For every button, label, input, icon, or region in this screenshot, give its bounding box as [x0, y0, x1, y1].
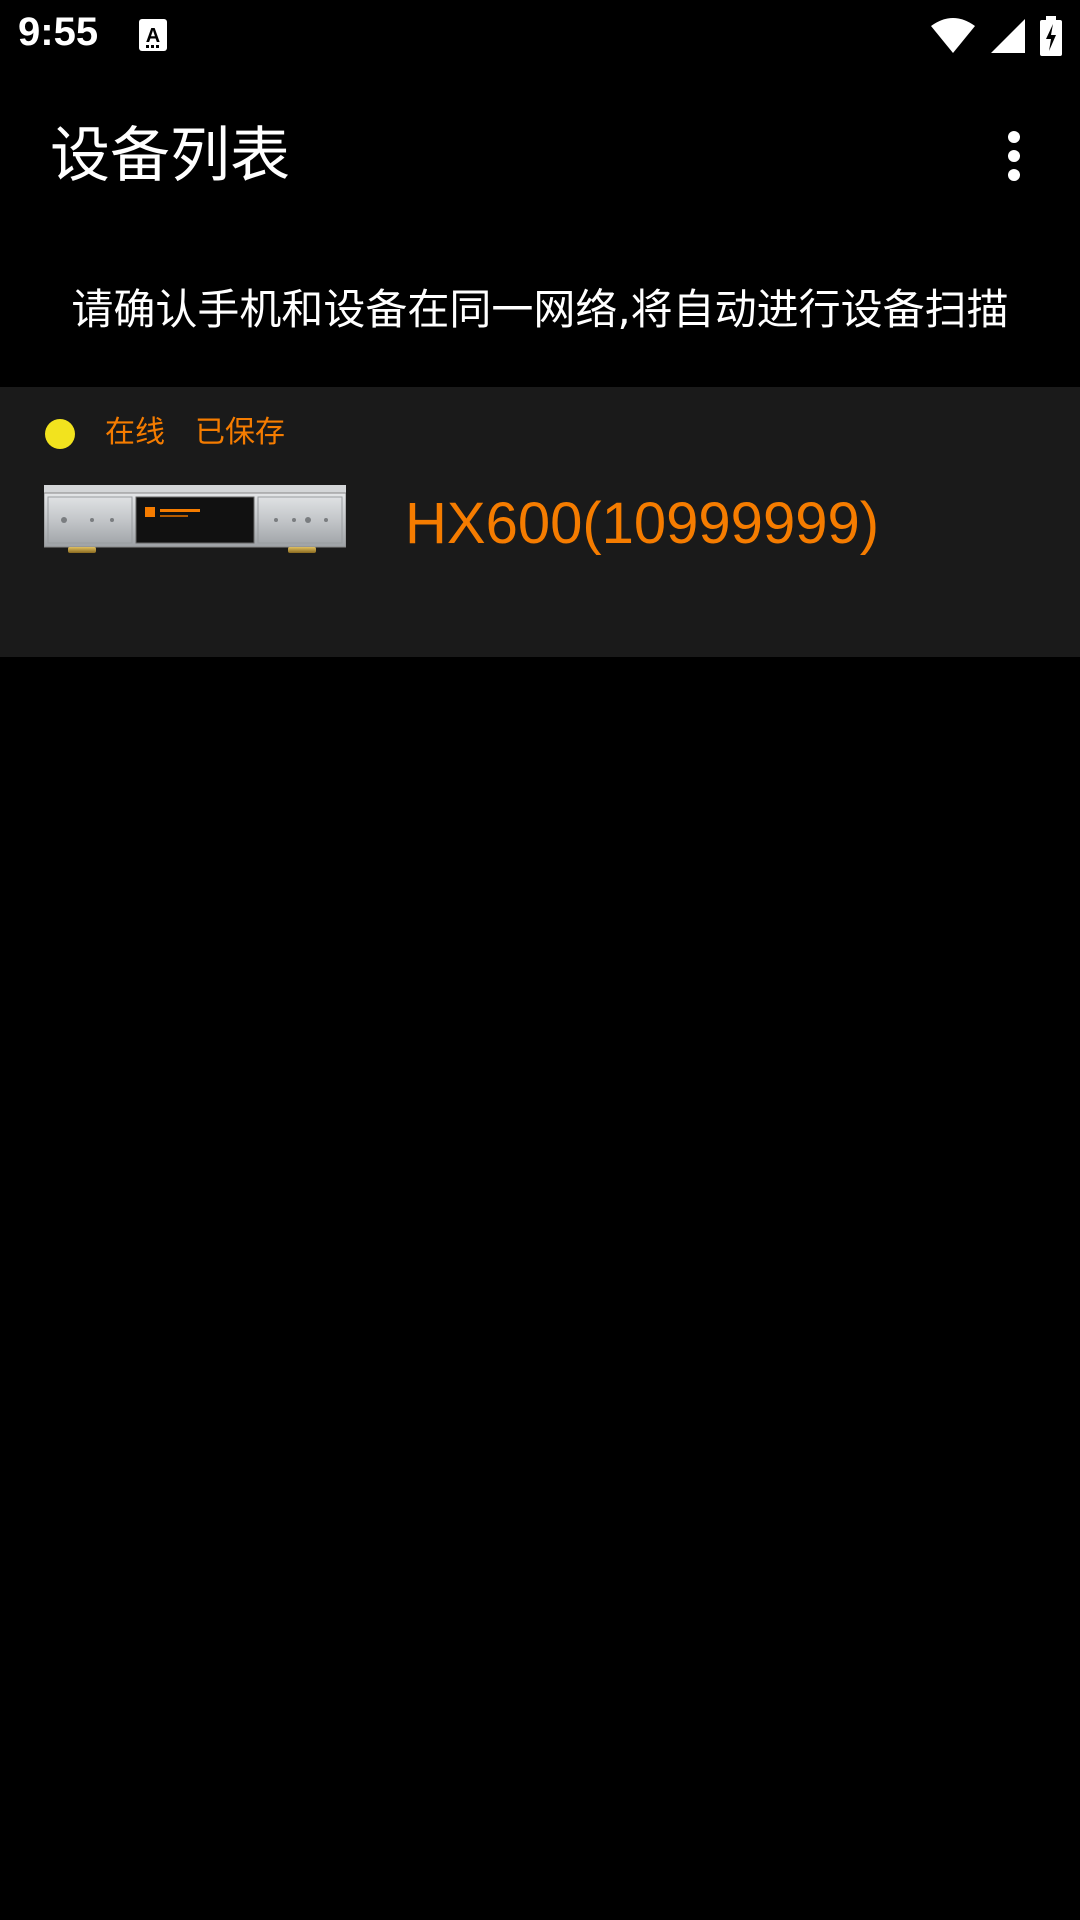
- a-letter-icon: A: [139, 19, 167, 51]
- network-hint-text: 请确认手机和设备在同一网络,将自动进行设备扫描: [71, 285, 1009, 334]
- device-online-label: 在线: [105, 415, 165, 450]
- more-vert-icon: [1008, 131, 1020, 181]
- cell-signal-icon: [991, 19, 1025, 53]
- device-saved-label: 已保存: [195, 415, 285, 450]
- svg-text:A: A: [146, 25, 160, 47]
- hx600-player-image: [44, 485, 346, 553]
- app-bar: 设备列表: [0, 72, 1080, 240]
- status-icons: [930, 14, 1062, 58]
- device-list-item[interactable]: 在线 已保存 HX600(10999999): [0, 387, 1080, 657]
- status-time: 9:55: [18, 10, 99, 54]
- battery-charging-icon: [1040, 16, 1062, 56]
- online-status-dot: [45, 419, 75, 449]
- wifi-icon: [931, 18, 975, 53]
- overflow-menu-button[interactable]: [978, 120, 1050, 192]
- page-title: 设备列表: [50, 121, 290, 191]
- device-name: HX600(10999999): [405, 491, 880, 556]
- status-bar: 9:55 A: [0, 0, 1080, 72]
